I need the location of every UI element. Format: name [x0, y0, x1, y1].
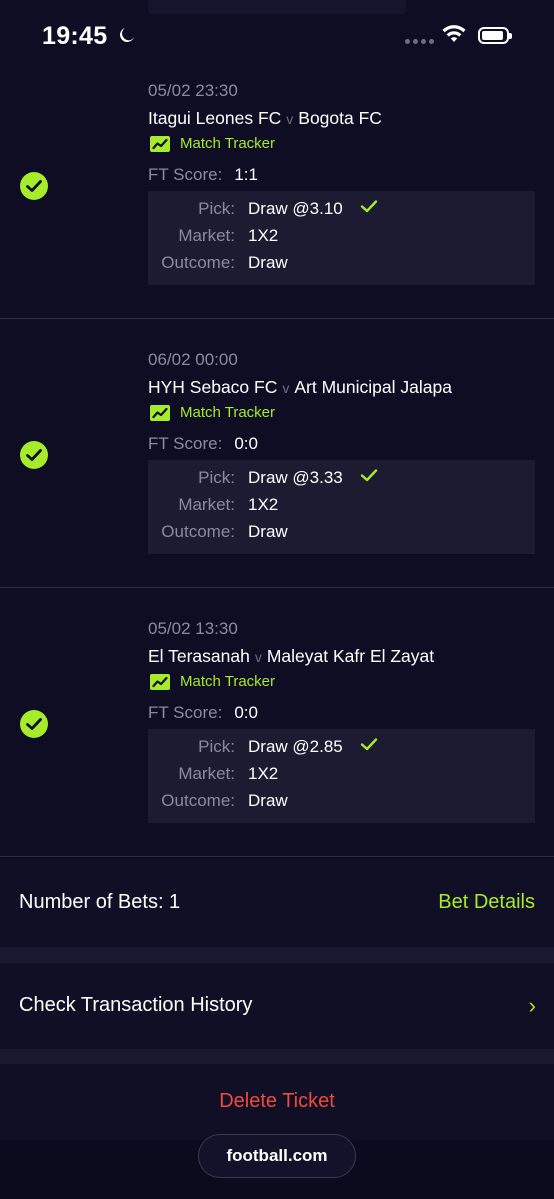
transaction-history-row[interactable]: Check Transaction History ›	[0, 963, 554, 1049]
ft-score-label: FT Score:	[148, 703, 223, 722]
versus-label: v	[254, 649, 262, 665]
bet-details-link[interactable]: Bet Details	[438, 891, 535, 914]
versus-label: v	[282, 380, 290, 396]
section-divider	[0, 947, 554, 963]
outcome-label: Outcome:	[161, 791, 235, 810]
match-teams: HYH Sebaco FC v Art Municipal Jalapa	[148, 377, 452, 398]
check-icon	[360, 736, 378, 756]
section-divider	[0, 1049, 554, 1064]
market-value: 1X2	[248, 764, 279, 783]
delete-ticket-button[interactable]: Delete Ticket	[0, 1090, 554, 1113]
ft-score-value: 0:0	[234, 703, 258, 722]
market-row: Market: 1X2	[148, 764, 535, 791]
pick-value: Draw @3.10	[248, 199, 343, 218]
pick-label: Pick:	[198, 737, 235, 756]
url-pill[interactable]: football.com	[198, 1134, 356, 1178]
outcome-row: Outcome: Draw	[148, 253, 535, 280]
market-value: 1X2	[248, 495, 279, 514]
away-team: Maleyat Kafr El Zayat	[266, 646, 435, 666]
bet-item: 05/02 13:30 El Terasanah v Maleyat Kafr El…	[0, 589, 554, 857]
number-of-bets: Number of Bets: 1	[19, 891, 181, 913]
bet-item: 05/02 23:30 Itagui Leones FC v Bogota FC M…	[0, 51, 554, 319]
home-team: Itagui Leones FC	[148, 108, 282, 128]
home-team: HYH Sebaco FC	[148, 377, 278, 397]
outcome-label: Outcome:	[161, 253, 235, 272]
match-tracker-link[interactable]: Match Tracker	[150, 135, 275, 152]
bet-detail-box: Pick: Draw @2.85 Market: 1X2 Outcome: Dr…	[148, 729, 535, 823]
battery-icon	[478, 27, 512, 44]
match-tracker-label: Match Tracker	[180, 135, 276, 152]
ft-score-value: 1:1	[234, 165, 258, 184]
market-value: 1X2	[248, 226, 279, 245]
cellular-signal-icon	[405, 39, 434, 44]
market-row: Market: 1X2	[148, 226, 535, 253]
check-circle-icon	[20, 710, 48, 738]
versus-label: v	[286, 111, 294, 127]
chart-icon	[150, 135, 170, 152]
market-row: Market: 1X2	[148, 495, 535, 522]
delete-ticket-row: Delete Ticket	[0, 1064, 554, 1140]
ft-score-row: FT Score: 1:1	[148, 165, 258, 185]
market-label: Market:	[178, 495, 235, 514]
pick-value: Draw @2.85	[248, 737, 343, 756]
match-datetime: 06/02 00:00	[148, 350, 238, 369]
chevron-right-icon: ›	[528, 993, 536, 1018]
bet-detail-box: Pick: Draw @3.33 Market: 1X2 Outcome: Dr…	[148, 460, 535, 554]
moon-icon	[118, 24, 136, 50]
match-datetime: 05/02 13:30	[148, 619, 238, 638]
outcome-label: Outcome:	[161, 522, 235, 541]
outcome-row: Outcome: Draw	[148, 522, 535, 549]
check-icon	[360, 467, 378, 487]
bet-item: 06/02 00:00 HYH Sebaco FC v Art Municipal …	[0, 320, 554, 588]
chart-icon	[150, 673, 170, 690]
check-icon	[360, 198, 378, 218]
check-circle-icon	[20, 172, 48, 200]
ft-score-label: FT Score:	[148, 434, 223, 453]
pick-value: Draw @3.33	[248, 468, 343, 487]
outcome-value: Draw	[248, 253, 288, 272]
match-tracker-link[interactable]: Match Tracker	[150, 673, 275, 690]
match-teams: El Terasanah v Maleyat Kafr El Zayat	[148, 646, 434, 667]
status-bar: 19:45	[0, 0, 554, 50]
status-time: 19:45	[42, 22, 108, 50]
top-sheet-edge	[148, 0, 406, 14]
pick-row: Pick: Draw @3.10	[148, 199, 535, 226]
outcome-row: Outcome: Draw	[148, 791, 535, 818]
transaction-history-label: Check Transaction History	[19, 994, 253, 1016]
wifi-icon	[441, 24, 467, 49]
pick-label: Pick:	[198, 199, 235, 218]
match-datetime: 05/02 23:30	[148, 81, 238, 100]
pick-row: Pick: Draw @3.33	[148, 468, 535, 495]
ft-score-row: FT Score: 0:0	[148, 703, 258, 723]
outcome-value: Draw	[248, 791, 288, 810]
ft-score-row: FT Score: 0:0	[148, 434, 258, 454]
ft-score-label: FT Score:	[148, 165, 223, 184]
market-label: Market:	[178, 764, 235, 783]
bet-summary-row: Number of Bets: 1 Bet Details	[0, 859, 554, 947]
match-tracker-label: Match Tracker	[180, 404, 276, 421]
match-teams: Itagui Leones FC v Bogota FC	[148, 108, 382, 129]
check-circle-icon	[20, 441, 48, 469]
market-label: Market:	[178, 226, 235, 245]
pick-row: Pick: Draw @2.85	[148, 737, 535, 764]
ft-score-value: 0:0	[234, 434, 258, 453]
away-team: Bogota FC	[298, 108, 382, 128]
pick-label: Pick:	[198, 468, 235, 487]
match-tracker-link[interactable]: Match Tracker	[150, 404, 275, 421]
outcome-value: Draw	[248, 522, 288, 541]
away-team: Art Municipal Jalapa	[294, 377, 452, 397]
home-team: El Terasanah	[148, 646, 250, 666]
chart-icon	[150, 404, 170, 421]
match-tracker-label: Match Tracker	[180, 673, 276, 690]
bet-detail-box: Pick: Draw @3.10 Market: 1X2 Outcome: Dr…	[148, 191, 535, 285]
